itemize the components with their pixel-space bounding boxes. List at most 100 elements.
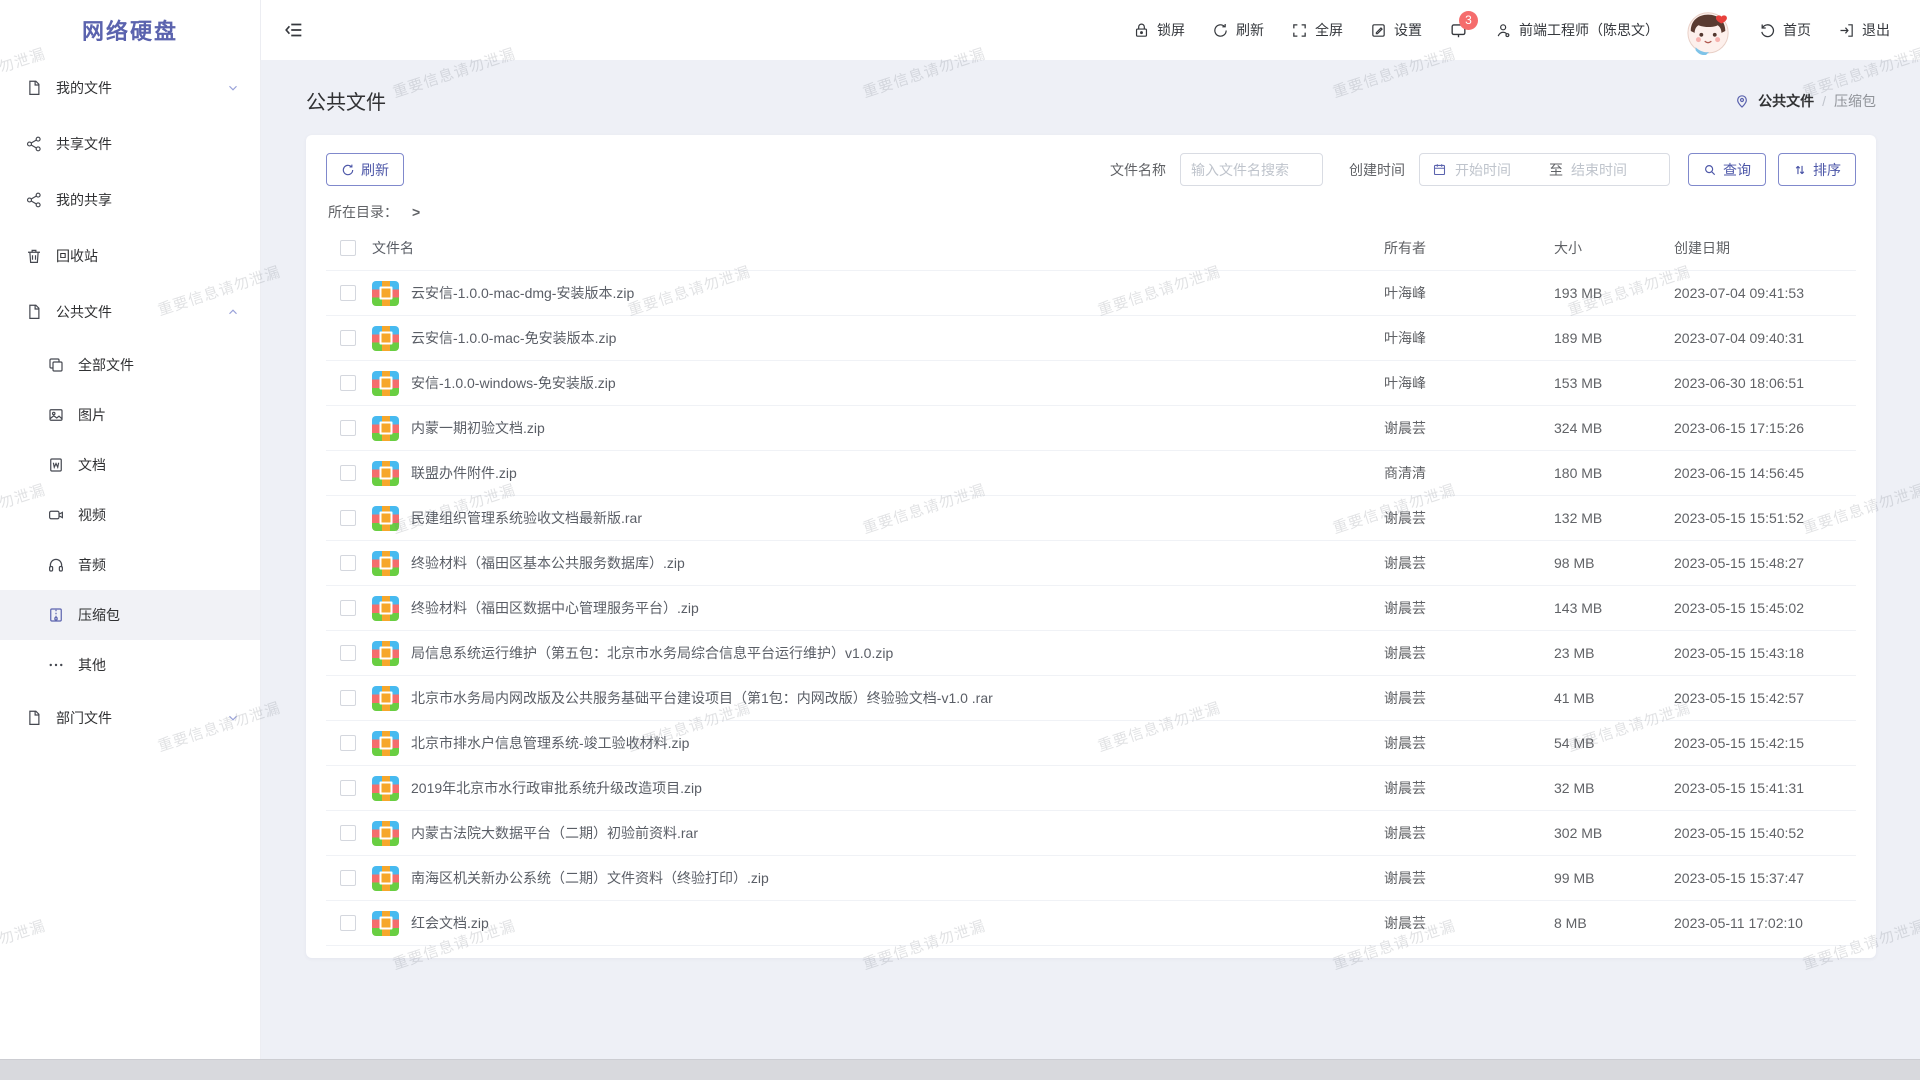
table-row[interactable]: 2019年北京市水行政审批系统升级改造项目.zip 谢晨芸 32 MB 2023… xyxy=(326,766,1856,811)
query-button[interactable]: 查询 xyxy=(1688,153,1766,186)
file-name-text[interactable]: 红会文档.zip xyxy=(411,913,489,933)
file-name-cell[interactable]: 内蒙古法院大数据平台（二期）初验前资料.rar xyxy=(372,821,1384,846)
sidebar-item-recycle-bin[interactable]: 回收站 xyxy=(0,228,260,284)
avatar[interactable] xyxy=(1686,5,1732,55)
row-checkbox[interactable] xyxy=(340,420,356,436)
table-row[interactable]: 红会文档.zip 谢晨芸 8 MB 2023-05-11 17:02:10 xyxy=(326,901,1856,946)
file-created-date: 2023-07-04 09:41:53 xyxy=(1674,285,1850,301)
table-row[interactable]: 南海区机关新办公系统（二期）文件资料（终验打印）.zip 谢晨芸 99 MB 2… xyxy=(326,856,1856,901)
file-name-cell[interactable]: 云安信-1.0.0-mac-免安装版本.zip xyxy=(372,326,1384,351)
file-name-cell[interactable]: 内蒙一期初验文档.zip xyxy=(372,416,1384,441)
breadcrumb-parent[interactable]: 公共文件 xyxy=(1758,91,1814,111)
file-name-cell[interactable]: 2019年北京市水行政审批系统升级改造项目.zip xyxy=(372,776,1384,801)
date-range-picker[interactable]: 至 xyxy=(1419,153,1670,186)
table-row[interactable]: 终验材料（福田区基本公共服务数据库）.zip 谢晨芸 98 MB 2023-05… xyxy=(326,541,1856,586)
table-row[interactable]: 局信息系统运行维护（第五包：北京市水务局综合信息平台运行维护）v1.0.zip … xyxy=(326,631,1856,676)
sidebar-item-label: 全部文件 xyxy=(78,355,240,375)
user-menu[interactable]: 前端工程师（陈思文） xyxy=(1495,20,1659,40)
sidebar-item-audio[interactable]: 音频 xyxy=(0,540,260,590)
file-name-cell[interactable]: 终验材料（福田区数据中心管理服务平台）.zip xyxy=(372,596,1384,621)
file-name-text[interactable]: 云安信-1.0.0-mac-dmg-安装版本.zip xyxy=(411,283,634,303)
table-row[interactable]: 民建组织管理系统验收文档最新版.rar 谢晨芸 132 MB 2023-05-1… xyxy=(326,496,1856,541)
row-checkbox[interactable] xyxy=(340,915,356,931)
file-name-text[interactable]: 南海区机关新办公系统（二期）文件资料（终验打印）.zip xyxy=(411,868,769,888)
sort-button[interactable]: 排序 xyxy=(1778,153,1856,186)
row-checkbox[interactable] xyxy=(340,600,356,616)
sidebar-item-others[interactable]: 其他 xyxy=(0,640,260,690)
sidebar-item-my-shares[interactable]: 我的共享 xyxy=(0,172,260,228)
sort-icon xyxy=(1793,163,1807,177)
lock-screen-button[interactable]: 锁屏 xyxy=(1133,20,1185,40)
fullscreen-icon xyxy=(1291,22,1308,39)
file-name-text[interactable]: 内蒙一期初验文档.zip xyxy=(411,418,545,438)
file-name-text[interactable]: 终验材料（福田区基本公共服务数据库）.zip xyxy=(411,553,685,573)
row-checkbox[interactable] xyxy=(340,330,356,346)
select-all-checkbox[interactable] xyxy=(340,240,356,256)
start-time-input[interactable] xyxy=(1455,162,1541,178)
table-row[interactable]: 北京市水务局内网改版及公共服务基础平台建设项目（第1包：内网改版）终验验文档-v… xyxy=(326,676,1856,721)
sidebar-item-documents[interactable]: 文档 xyxy=(0,440,260,490)
file-name-cell[interactable]: 局信息系统运行维护（第五包：北京市水务局综合信息平台运行维护）v1.0.zip xyxy=(372,641,1384,666)
row-checkbox[interactable] xyxy=(340,465,356,481)
sidebar-item-shared-files[interactable]: 共享文件 xyxy=(0,116,260,172)
sidebar-item-archives[interactable]: 压缩包 xyxy=(0,590,260,640)
settings-button[interactable]: 设置 xyxy=(1370,20,1422,40)
row-checkbox[interactable] xyxy=(340,780,356,796)
file-name-cell[interactable]: 南海区机关新办公系统（二期）文件资料（终验打印）.zip xyxy=(372,866,1384,891)
file-name-text[interactable]: 安信-1.0.0-windows-免安装版.zip xyxy=(411,373,616,393)
row-checkbox[interactable] xyxy=(340,825,356,841)
fullscreen-button[interactable]: 全屏 xyxy=(1291,20,1343,40)
table-row[interactable]: 终验材料（福田区数据中心管理服务平台）.zip 谢晨芸 143 MB 2023-… xyxy=(326,586,1856,631)
sidebar-item-my-files[interactable]: 我的文件 xyxy=(0,60,260,116)
file-name-cell[interactable]: 云安信-1.0.0-mac-dmg-安装版本.zip xyxy=(372,281,1384,306)
file-name-cell[interactable]: 联盟办件附件.zip xyxy=(372,461,1384,486)
table-row[interactable]: 云安信-1.0.0-mac-免安装版本.zip 叶海峰 189 MB 2023-… xyxy=(326,316,1856,361)
file-name-text[interactable]: 内蒙古法院大数据平台（二期）初验前资料.rar xyxy=(411,823,698,843)
table-row[interactable]: 内蒙古法院大数据平台（二期）初验前资料.rar 谢晨芸 302 MB 2023-… xyxy=(326,811,1856,856)
sidebar-item-department-files[interactable]: 部门文件 xyxy=(0,690,260,746)
row-checkbox[interactable] xyxy=(340,285,356,301)
home-button[interactable]: 首页 xyxy=(1759,20,1811,40)
file-name-cell[interactable]: 北京市水务局内网改版及公共服务基础平台建设项目（第1包：内网改版）终验验文档-v… xyxy=(372,686,1384,711)
row-checkbox[interactable] xyxy=(340,510,356,526)
file-name-text[interactable]: 民建组织管理系统验收文档最新版.rar xyxy=(411,508,642,528)
row-checkbox[interactable] xyxy=(340,645,356,661)
sidebar-item-all-files[interactable]: 全部文件 xyxy=(0,340,260,390)
file-name-input[interactable] xyxy=(1180,153,1323,186)
file-name-cell[interactable]: 终验材料（福田区基本公共服务数据库）.zip xyxy=(372,551,1384,576)
sidebar-item-images[interactable]: 图片 xyxy=(0,390,260,440)
logo-box: 网络硬盘 xyxy=(0,0,260,60)
row-checkbox[interactable] xyxy=(340,870,356,886)
refresh-button-top[interactable]: 刷新 xyxy=(1212,20,1264,40)
file-name-text[interactable]: 云安信-1.0.0-mac-免安装版本.zip xyxy=(411,328,616,348)
table-row[interactable]: 安信-1.0.0-windows-免安装版.zip 叶海峰 153 MB 202… xyxy=(326,361,1856,406)
table-row[interactable]: 北京市排水户信息管理系统-竣工验收材料.zip 谢晨芸 54 MB 2023-0… xyxy=(326,721,1856,766)
file-name-cell[interactable]: 红会文档.zip xyxy=(372,911,1384,936)
table-row[interactable]: 云安信-1.0.0-mac-dmg-安装版本.zip 叶海峰 193 MB 20… xyxy=(326,271,1856,316)
file-name-text[interactable]: 终验材料（福田区数据中心管理服务平台）.zip xyxy=(411,598,699,618)
file-name-text[interactable]: 联盟办件附件.zip xyxy=(411,463,517,483)
file-table: 文件名 所有者 大小 创建日期 云安信-1.0.0-mac-dmg-安装版本.z… xyxy=(326,226,1856,946)
end-time-input[interactable] xyxy=(1571,162,1657,178)
row-checkbox[interactable] xyxy=(340,375,356,391)
row-checkbox[interactable] xyxy=(340,555,356,571)
row-checkbox[interactable] xyxy=(340,735,356,751)
file-name-text[interactable]: 局信息系统运行维护（第五包：北京市水务局综合信息平台运行维护）v1.0.zip xyxy=(411,643,893,663)
file-name-cell[interactable]: 民建组织管理系统验收文档最新版.rar xyxy=(372,506,1384,531)
file-name-cell[interactable]: 安信-1.0.0-windows-免安装版.zip xyxy=(372,371,1384,396)
table-row[interactable]: 内蒙一期初验文档.zip 谢晨芸 324 MB 2023-06-15 17:15… xyxy=(326,406,1856,451)
menu-fold-icon[interactable] xyxy=(283,19,305,41)
file-name-cell[interactable]: 北京市排水户信息管理系统-竣工验收材料.zip xyxy=(372,731,1384,756)
file-name-text[interactable]: 北京市排水户信息管理系统-竣工验收材料.zip xyxy=(411,733,689,753)
logout-button[interactable]: 退出 xyxy=(1838,20,1890,40)
refresh-list-button[interactable]: 刷新 xyxy=(326,153,404,186)
sidebar-item-public-files[interactable]: 公共文件 xyxy=(0,284,260,340)
table-row[interactable]: 联盟办件附件.zip 商清清 180 MB 2023-06-15 14:56:4… xyxy=(326,451,1856,496)
file-name-text[interactable]: 2019年北京市水行政审批系统升级改造项目.zip xyxy=(411,778,702,798)
row-checkbox[interactable] xyxy=(340,690,356,706)
sidebar-item-videos[interactable]: 视频 xyxy=(0,490,260,540)
directory-arrow[interactable]: > xyxy=(412,204,420,220)
horizontal-scrollbar-track[interactable] xyxy=(0,1059,1920,1080)
file-name-text[interactable]: 北京市水务局内网改版及公共服务基础平台建设项目（第1包：内网改版）终验验文档-v… xyxy=(411,688,993,708)
notifications-button[interactable]: 3 xyxy=(1449,21,1468,40)
